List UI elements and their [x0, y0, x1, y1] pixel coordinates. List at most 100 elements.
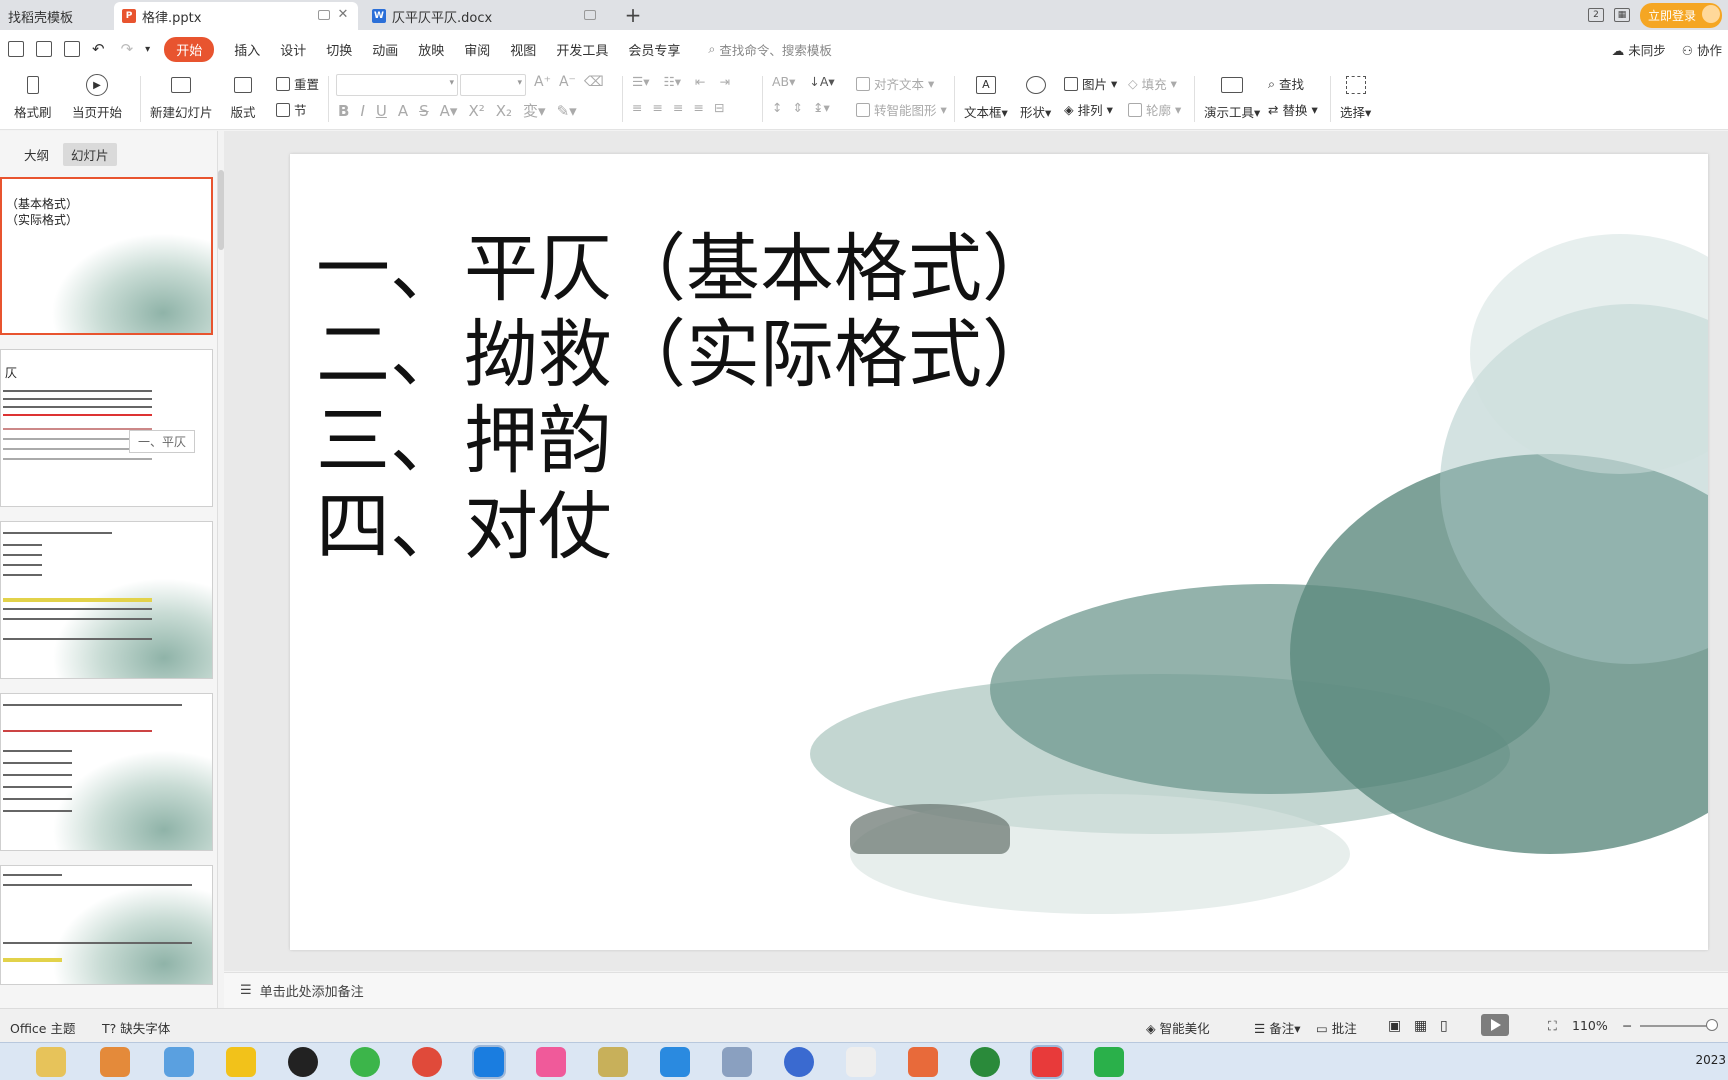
layout-grid-icon[interactable]: ▦ [1613, 8, 1630, 22]
smart-beautify-button[interactable]: ◈ 智能美化 [1146, 1018, 1210, 1037]
increase-indent-icon[interactable]: ⇥ [719, 74, 729, 89]
tab-ppt[interactable]: P 格律.pptx ✕ [114, 2, 358, 30]
new-tab-button[interactable]: + [620, 2, 646, 28]
tab-docx[interactable]: W 仄平仄平仄.docx [364, 2, 608, 30]
menu-review[interactable]: 审阅 [464, 40, 490, 59]
align-left-icon[interactable]: ≡ [632, 100, 642, 115]
arrange-button[interactable]: ◈ 排列 ▾ [1064, 100, 1113, 119]
media-player-icon[interactable] [100, 1047, 130, 1077]
redo-icon[interactable]: ↷ [121, 40, 134, 58]
slide-sorter-icon[interactable]: ▦ [1414, 1018, 1427, 1034]
wps-icon[interactable] [1030, 1045, 1064, 1079]
sync-status[interactable]: ☁ 未同步 [1612, 40, 1666, 59]
smart-shape-button[interactable]: 转智能图形 ▾ [856, 100, 947, 119]
window-mode-icon[interactable] [318, 10, 330, 20]
zoom-out-icon[interactable]: − [1622, 1018, 1632, 1033]
play-from-current-button[interactable]: ▶ 当页开始 [72, 72, 122, 121]
clock-app-icon[interactable] [598, 1047, 628, 1077]
decrease-indent-icon[interactable]: ⇤ [695, 74, 705, 89]
picture-button[interactable]: 图片 ▾ [1064, 74, 1117, 93]
slide-thumbnail-3[interactable] [0, 521, 213, 679]
italic-icon[interactable]: I [360, 102, 364, 120]
qq-icon[interactable] [288, 1047, 318, 1077]
section-button[interactable]: 节 [276, 100, 307, 119]
fit-window-icon[interactable]: ⛶ [1548, 1018, 1557, 1034]
theme-name[interactable]: Office 主题 [10, 1018, 75, 1037]
zoom-level[interactable]: 110% [1572, 1018, 1608, 1033]
paragraph-spacing-icon[interactable]: ⇕ [792, 100, 802, 115]
slide-thumbnail-2[interactable]: 仄 一、平仄 [0, 349, 213, 507]
messenger-icon[interactable] [660, 1047, 690, 1077]
tab-slides[interactable]: 幻灯片 [63, 143, 117, 166]
increase-font-icon[interactable]: A⁺ [534, 74, 551, 90]
command-search[interactable]: ⌕ 查找命令、搜索模板 [708, 40, 832, 59]
font-color-icon[interactable]: A▾ [440, 102, 458, 120]
textbox-button[interactable]: A 文本框▾ [964, 72, 1008, 121]
justify-icon[interactable]: ≡ [693, 100, 703, 115]
menu-animation[interactable]: 动画 [372, 40, 398, 59]
wechat-icon[interactable] [350, 1047, 380, 1077]
tab-docer[interactable]: 找稻壳模板 [0, 2, 112, 30]
reading-view-icon[interactable]: ▯ [1440, 1018, 1448, 1034]
menu-transition[interactable]: 切换 [326, 40, 352, 59]
superscript-icon[interactable]: X² [468, 102, 484, 120]
find-button[interactable]: ⌕ 查找 [1268, 74, 1304, 93]
alien-app-icon[interactable] [846, 1047, 876, 1077]
slide-thumbnail-5[interactable] [0, 865, 213, 985]
bilibili-icon[interactable] [536, 1047, 566, 1077]
outline-button[interactable]: 轮廓 ▾ [1128, 100, 1181, 119]
numbered-list-icon[interactable]: ☷▾ [663, 74, 680, 89]
menu-insert[interactable]: 插入 [234, 40, 260, 59]
menu-design[interactable]: 设计 [280, 40, 306, 59]
missing-font-button[interactable]: T? 缺失字体 [102, 1018, 170, 1037]
new-slide-button[interactable]: 新建幻灯片 [150, 72, 213, 121]
hbuilder-icon[interactable] [1094, 1047, 1124, 1077]
chrome-icon[interactable] [412, 1047, 442, 1077]
shadow-icon[interactable]: A [398, 102, 408, 120]
layout-button[interactable]: 版式 [230, 72, 256, 121]
menu-view[interactable]: 视图 [510, 40, 536, 59]
feishu-icon[interactable] [472, 1045, 506, 1079]
window-mode-icon[interactable] [584, 10, 596, 20]
sort-icon[interactable]: ↓A▾ [809, 74, 834, 89]
play-slideshow-button[interactable] [1481, 1014, 1509, 1036]
normal-view-icon[interactable]: ▣ [1388, 1018, 1401, 1034]
presentation-tools-button[interactable]: 演示工具▾ [1204, 72, 1260, 121]
menu-home[interactable]: 开始 [164, 36, 215, 62]
save-icon[interactable] [8, 41, 24, 57]
comments-button[interactable]: ▭ 批注 [1316, 1018, 1357, 1037]
keyboard-app-icon[interactable] [722, 1047, 752, 1077]
column-spacing-icon[interactable]: ↨▾ [813, 100, 830, 115]
clear-format-icon[interactable]: ⌫ [584, 74, 604, 90]
phonetic-icon[interactable]: 変▾ [523, 100, 546, 121]
strikethrough-icon[interactable]: S [419, 102, 429, 120]
format-painter-button[interactable]: 格式刷 [14, 72, 52, 121]
customize-toolbar-icon[interactable]: ▾ [145, 44, 150, 55]
decrease-font-icon[interactable]: A⁻ [559, 74, 576, 90]
shape-button[interactable]: 形状▾ [1020, 72, 1051, 121]
slide-toc[interactable]: 一、平仄（基本格式） 二、拗救（实际格式） 三、押韵 四、对仗 [316, 226, 1056, 570]
slide-thumbnail-1[interactable]: （基本格式） （实际格式） [0, 177, 213, 335]
align-text-button[interactable]: 对齐文本 ▾ [856, 74, 934, 93]
image-app-icon[interactable] [908, 1047, 938, 1077]
highlight-icon[interactable]: ✎▾ [557, 102, 577, 120]
font-family-select[interactable] [336, 74, 458, 96]
zoom-slider-handle[interactable] [1706, 1019, 1718, 1031]
text-direction-icon[interactable]: AB▾ [772, 74, 795, 89]
fill-button[interactable]: ◇ 填充 ▾ [1128, 74, 1177, 93]
slide[interactable]: 一、平仄（基本格式） 二、拗救（实际格式） 三、押韵 四、对仗 [290, 154, 1708, 950]
notes-pane[interactable]: ☰ 单击此处添加备注 [224, 972, 1728, 1008]
file-explorer-icon[interactable] [36, 1047, 66, 1077]
subscript-icon[interactable]: X₂ [496, 102, 512, 120]
collaborate-button[interactable]: ⚇ 协作 [1682, 40, 1722, 59]
login-button[interactable]: 立即登录 [1639, 2, 1722, 28]
font-size-adjust[interactable]: A⁺ A⁻ ⌫ [534, 74, 604, 90]
tab-outline[interactable]: 大纲 [16, 143, 57, 166]
menu-member[interactable]: 会员专享 [628, 40, 680, 59]
layout-2-icon[interactable]: 2 [1587, 8, 1604, 22]
undo-icon[interactable]: ↶ [92, 40, 105, 58]
reset-button[interactable]: 重置 [276, 74, 319, 93]
bold-icon[interactable]: B [338, 102, 349, 120]
green-app-icon[interactable] [970, 1047, 1000, 1077]
align-right-icon[interactable]: ≡ [673, 100, 683, 115]
